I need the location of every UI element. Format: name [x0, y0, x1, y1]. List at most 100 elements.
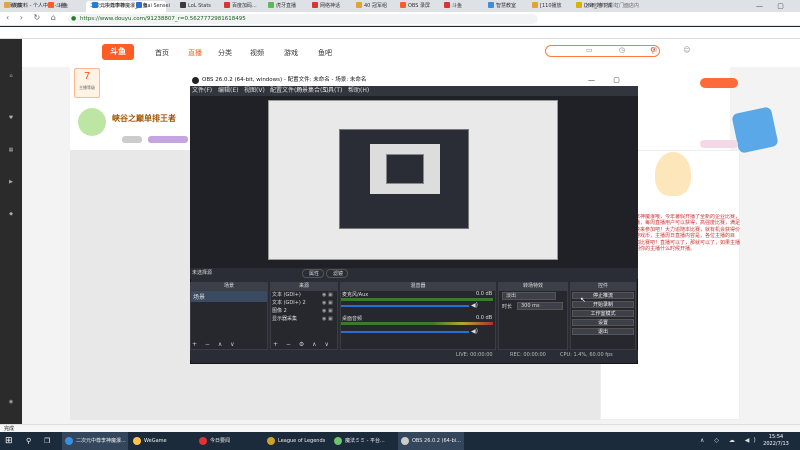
- promo-chip[interactable]: [700, 140, 738, 148]
- home-icon[interactable]: ⌂: [5, 73, 17, 83]
- taskbar-item-app[interactable]: 魔法ミミ - 平台...: [331, 432, 395, 450]
- taskbar-item-obs[interactable]: OBS 26.0.2 (64-bi...: [398, 432, 464, 450]
- settings-button[interactable]: 设置: [572, 319, 634, 326]
- mixer-channel-desktop-name: 桌面音频: [342, 316, 363, 322]
- video-icon[interactable]: ▶: [5, 179, 17, 189]
- promo-icon[interactable]: [731, 106, 779, 154]
- nav-buttons[interactable]: ‹ › ↻ ⌂: [6, 13, 60, 22]
- obs-menu-item[interactable]: 视图(V): [244, 86, 265, 96]
- source-item-display[interactable]: 显示器采集: [272, 315, 297, 322]
- properties-button[interactable]: 属性: [302, 269, 324, 278]
- bookmark-item[interactable]: 40 冠军组: [356, 2, 387, 10]
- taskbar-label: OBS 26.0.2 (64-bi...: [412, 438, 461, 444]
- filters-button[interactable]: 滤镜: [326, 269, 348, 278]
- source-item-text-1[interactable]: 文本 (GDI+): [272, 291, 301, 298]
- source-item-image[interactable]: 图像 2: [272, 307, 287, 314]
- obs-menu-item[interactable]: 编辑(E): [218, 86, 238, 96]
- bookmark-item[interactable]: DNF_地下城: [576, 2, 612, 10]
- bookmark-item[interactable]: 网络神话: [312, 2, 340, 10]
- header-icons[interactable]: ▭ ◷ ✉ ☺: [586, 46, 726, 54]
- windows-start-icon[interactable]: ⊞: [5, 436, 13, 446]
- mixer-channel-desktop-db: 0.0 dB: [476, 315, 493, 321]
- bookmark-item[interactable]: 智慧教室: [488, 2, 516, 10]
- nav-video[interactable]: 视频: [250, 48, 264, 58]
- transition-select[interactable]: 淡出: [502, 292, 556, 300]
- nested-preview: [370, 144, 440, 194]
- tag-chip-2[interactable]: [148, 136, 188, 143]
- taskbar-item-lol[interactable]: League of Legends: [264, 432, 328, 450]
- bookmark-icon: [180, 2, 186, 8]
- avatar[interactable]: [78, 108, 106, 136]
- scene-toolbar[interactable]: + − ∧ ∨: [192, 341, 238, 348]
- nav-game[interactable]: 游戏: [284, 48, 298, 58]
- category-icon[interactable]: ▦: [5, 147, 17, 157]
- nav-home[interactable]: 首页: [155, 48, 169, 58]
- search-taskbar-icon[interactable]: ⚲: [26, 437, 31, 445]
- bookmark-label: 网络神话: [320, 3, 341, 9]
- taskbar-label: League of Legends: [278, 438, 326, 444]
- cpu-status: CPU: 1.4%, 60.00 fps: [560, 352, 613, 358]
- system-tray-icons[interactable]: ∧ ◇ ☁ ◀): [700, 437, 760, 444]
- mascot-image: [655, 152, 691, 196]
- mixer-channel-mic-db: 0.0 dB: [476, 291, 493, 297]
- speaker-icon[interactable]: ◀): [471, 302, 478, 309]
- nav-live[interactable]: 直播: [188, 48, 202, 58]
- scene-item[interactable]: 场景: [191, 291, 267, 302]
- mic-volume-slider[interactable]: [341, 305, 469, 307]
- address-bar[interactable]: https://www.douyu.com/91238807_r=0.56277…: [68, 14, 538, 24]
- taskbar-item-wegame[interactable]: WeGame: [130, 432, 192, 450]
- taskbar-item-news[interactable]: 今日要闻: [196, 432, 258, 450]
- tag-chip[interactable]: [122, 136, 142, 143]
- no-source-label: 未选择源: [192, 270, 213, 276]
- bookmark-item[interactable]: 二次元中尊: [92, 2, 125, 10]
- bookmark-item[interactable]: OBS 录屏: [400, 2, 430, 10]
- live-status: LIVE: 00:00:00: [456, 352, 493, 358]
- obs-menu-item[interactable]: 帮助(H): [348, 86, 369, 96]
- bookmark-item[interactable]: LoL Stats: [180, 2, 211, 10]
- studio-mode-button[interactable]: 工作室模式: [572, 310, 634, 317]
- bookmark-item[interactable]: Bai Sensei: [136, 2, 170, 10]
- obs-menu-item[interactable]: 工具(T): [322, 86, 342, 96]
- system-clock[interactable]: 15:54 2022/7/13: [756, 433, 796, 449]
- source-item-text-2[interactable]: 文本 (GDI+) 2: [272, 299, 306, 306]
- task-view-icon[interactable]: ❐: [44, 437, 50, 445]
- user-icon[interactable]: ◉: [5, 399, 17, 409]
- bookmark-item[interactable]: 虎牙直播: [268, 2, 296, 10]
- nested-preview-deep: [386, 154, 424, 184]
- bookmark-icon: [488, 2, 494, 8]
- source-toolbar-buttons[interactable]: + − ⚙ ∧ ∨: [273, 341, 332, 348]
- nav-category[interactable]: 分类: [218, 48, 232, 58]
- game-icon[interactable]: ◆: [5, 211, 17, 221]
- bookmarks-bar: [0, 27, 800, 39]
- desktop-volume-slider[interactable]: [341, 331, 469, 333]
- bookmark-item[interactable]: 收藏: [4, 2, 22, 10]
- exit-button[interactable]: 退出: [572, 328, 634, 335]
- bookmark-icon: [356, 2, 362, 8]
- bookmark-label: [110播放: [540, 3, 562, 9]
- bookmark-label: 智慧教室: [496, 3, 517, 9]
- taskbar-label: WeGame: [144, 438, 167, 444]
- follow-icon[interactable]: ♥: [5, 115, 17, 125]
- bookmark-item[interactable]: 斗鱼: [48, 2, 66, 10]
- obs-icon: [401, 437, 409, 445]
- bookmark-item[interactable]: 斗鱼: [444, 2, 462, 10]
- eye-lock-icons[interactable]: ◉ ▣ ◉ ▣ ◉ ▣ ◉ ▣: [322, 291, 333, 323]
- left-sidebar: ⌂ ♥ ▦ ▶ ◆ ◉: [0, 39, 22, 424]
- bookmark-item[interactable]: [110播放: [532, 2, 562, 10]
- bookmark-label: 百度加码...: [232, 3, 257, 9]
- site-logo[interactable]: 斗鱼: [102, 44, 134, 60]
- taskbar-item-browser[interactable]: 二次元中尊李神魔瀑...: [62, 432, 128, 450]
- follow-button[interactable]: [700, 78, 738, 88]
- duration-input[interactable]: 300 ms: [517, 302, 563, 310]
- scenes-dock-header: 场景: [190, 282, 268, 290]
- obs-menu-item[interactable]: 文件(F): [192, 86, 212, 96]
- bookmark-item[interactable]: 百度加码...: [224, 2, 257, 10]
- nav-yuba[interactable]: 鱼吧: [318, 48, 332, 58]
- source-toolbar: 未选择源 属性 滤镜: [190, 268, 638, 279]
- obs-window-controls[interactable]: — ▢ ✕: [588, 74, 638, 96]
- speaker-icon-2[interactable]: ◀): [471, 328, 478, 335]
- bookmark-icon: [268, 2, 274, 8]
- clock-date: 2022/7/13: [763, 441, 789, 447]
- window-controls[interactable]: — ▢ ✕: [756, 1, 800, 20]
- bookmark-icon: [4, 2, 10, 8]
